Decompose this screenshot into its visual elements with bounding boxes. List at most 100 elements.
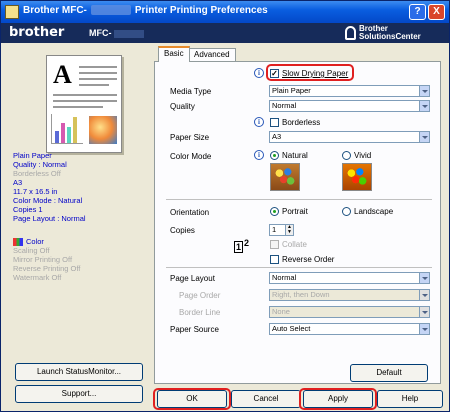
- summary-line: Page Layout : Normal: [13, 214, 86, 223]
- summary-line: Color Mode : Natural: [13, 196, 83, 205]
- summary-line: 11.7 x 16.5 in: [13, 187, 58, 196]
- borderless-checkbox[interactable]: [270, 118, 279, 127]
- collate-pages-icon: 12: [234, 238, 250, 253]
- media-type-label: Media Type: [170, 87, 212, 96]
- tab-basic[interactable]: Basic: [158, 46, 190, 62]
- apply-button[interactable]: Apply: [303, 390, 373, 408]
- summary-gray-line: Reverse Printing Off: [13, 264, 81, 274]
- page-order-select[interactable]: Right, then Down: [269, 289, 430, 301]
- info-icon[interactable]: i: [254, 150, 264, 160]
- spin-arrows-icon[interactable]: ▲ ▼: [285, 225, 293, 235]
- info-icon[interactable]: i: [254, 68, 264, 78]
- copies-value: 1: [272, 225, 277, 234]
- page-layout-select[interactable]: Normal: [269, 272, 430, 284]
- summary-line: Copies 1: [13, 205, 43, 214]
- summary-gray-line: Watermark Off: [13, 273, 62, 283]
- quality-select[interactable]: Normal: [269, 100, 430, 112]
- model-name: MFC-: [89, 28, 144, 38]
- preview-chart-icon: [51, 114, 83, 144]
- color-summary: Color: [13, 237, 80, 247]
- color-mode-label: Color Mode: [170, 152, 212, 161]
- page-layout-label: Page Layout: [170, 274, 215, 283]
- paper-source-value: Auto Select: [272, 324, 311, 333]
- title-prefix: Brother MFC-: [23, 5, 87, 16]
- collate-label: Collate: [282, 240, 307, 249]
- chevron-down-icon: [419, 290, 429, 300]
- solutions-center-link[interactable]: Brother SolutionsCenter: [345, 25, 421, 41]
- tab-advanced[interactable]: Advanced: [188, 48, 236, 62]
- close-button[interactable]: X: [428, 4, 445, 20]
- paper-size-label: Paper Size: [170, 133, 210, 142]
- page-layout-value: Normal: [272, 273, 297, 282]
- summary-line: Plain Paper: [13, 151, 52, 160]
- preview-letter-a: A: [53, 60, 72, 89]
- preview-photo-icon: [89, 116, 117, 144]
- page-preview: A: [46, 55, 122, 153]
- launch-status-monitor-button[interactable]: Launch StatusMonitor...: [15, 363, 143, 381]
- redacted-model-mask: [113, 29, 144, 38]
- support-button[interactable]: Support...: [15, 385, 143, 403]
- natural-label: Natural: [282, 151, 308, 160]
- redacted-model-mask: [90, 5, 131, 16]
- summary-gray-line: Mirror Printing Off: [13, 255, 73, 265]
- color-label: Color: [26, 237, 44, 246]
- model-prefix: MFC-: [89, 28, 112, 38]
- help-title-button[interactable]: ?: [409, 4, 426, 20]
- summary-gray-line: Scaling Off: [13, 246, 50, 256]
- advanced-summary: Color Scaling Off Mirror Printing Off Re…: [13, 237, 80, 282]
- paper-source-label: Paper Source: [170, 325, 219, 334]
- solutions-line2: SolutionsCenter: [359, 32, 421, 41]
- section-divider: [166, 267, 432, 268]
- summary-line: Quality : Normal: [13, 160, 67, 169]
- border-line-select[interactable]: None: [269, 306, 430, 318]
- chevron-down-icon: [419, 132, 429, 142]
- section-divider: [166, 199, 432, 200]
- media-type-value: Plain Paper: [272, 86, 311, 95]
- summary-line: A3: [13, 178, 23, 187]
- quality-value: Normal: [272, 101, 297, 110]
- chevron-down-icon: [419, 307, 429, 317]
- border-line-label: Border Line: [179, 308, 221, 317]
- vivid-preview-image: [342, 163, 372, 191]
- default-button[interactable]: Default: [350, 364, 428, 382]
- slow-drying-checkbox[interactable]: ✓: [270, 69, 279, 78]
- title-bar[interactable]: Brother MFC- Printer Printing Preferences…: [1, 1, 449, 23]
- solutions-center-icon: [345, 26, 356, 40]
- media-type-select[interactable]: Plain Paper: [269, 85, 430, 97]
- chevron-down-icon: [419, 324, 429, 334]
- page-order-label: Page Order: [179, 291, 221, 300]
- portrait-label: Portrait: [282, 207, 308, 216]
- ok-button[interactable]: OK: [157, 390, 227, 408]
- landscape-radio[interactable]: [342, 207, 351, 216]
- collate-checkbox[interactable]: [270, 240, 279, 249]
- cancel-button[interactable]: Cancel: [231, 390, 301, 408]
- summary-line: Borderless Off: [13, 169, 61, 178]
- info-icon[interactable]: i: [254, 117, 264, 127]
- portrait-radio[interactable]: [270, 207, 279, 216]
- help-button[interactable]: Help: [377, 390, 443, 408]
- border-line-value: None: [272, 307, 290, 316]
- window-title: Brother MFC- Printer Printing Preferences: [23, 5, 268, 16]
- slow-drying-label: Slow Drying Paper: [282, 69, 349, 78]
- orientation-label: Orientation: [170, 208, 210, 217]
- paper-size-select[interactable]: A3: [269, 131, 430, 143]
- reverse-order-checkbox[interactable]: [270, 255, 279, 264]
- quality-label: Quality: [170, 102, 195, 111]
- chevron-down-icon: [419, 101, 429, 111]
- paper-source-select[interactable]: Auto Select: [269, 323, 430, 335]
- title-suffix: Printer Printing Preferences: [134, 5, 268, 16]
- brand-banner: brother MFC- Brother SolutionsCenter: [1, 23, 449, 43]
- vivid-radio[interactable]: [342, 151, 351, 160]
- color-icon: [13, 238, 23, 247]
- vivid-label: Vivid: [354, 151, 372, 160]
- natural-preview-image: [270, 163, 300, 191]
- chevron-down-icon: [419, 86, 429, 96]
- borderless-label: Borderless: [282, 118, 321, 127]
- copies-stepper[interactable]: 1 ▲ ▼: [269, 224, 294, 236]
- printing-preferences-window: Brother MFC- Printer Printing Preferences…: [0, 0, 450, 412]
- settings-summary-panel: A Plain Paper Quality : Normal Borderles…: [9, 49, 151, 402]
- natural-radio[interactable]: [270, 151, 279, 160]
- paper-size-value: A3: [272, 132, 282, 141]
- printer-icon: [5, 5, 19, 19]
- brother-logo: brother: [9, 25, 65, 40]
